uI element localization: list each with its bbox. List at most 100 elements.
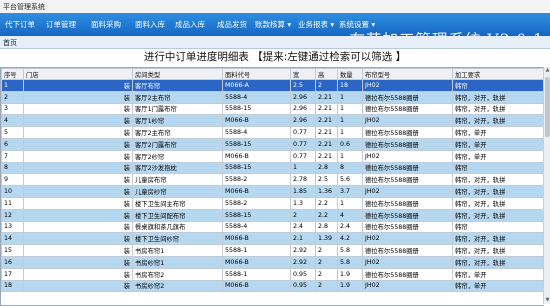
table-cell: 德拉布尔5588圈册: [362, 161, 453, 175]
column-header[interactable]: 高: [315, 68, 338, 80]
table-cell: 装: [23, 149, 133, 163]
table-cell: 客厅1纱帘: [132, 114, 223, 128]
menu-item-place-order[interactable]: 代下订单: [5, 19, 35, 30]
scrollbar-thumb[interactable]: [545, 77, 550, 137]
table-row[interactable]: 2 装客厅2主布帘 5588-4 2.96 2.21 1 德拉布尔5588圈册 韩帘，对开，轨…: [1, 90, 544, 104]
vertical-scrollbar[interactable]: ▲ ▼: [543, 67, 550, 304]
column-header[interactable]: 数量: [337, 68, 363, 80]
table-row[interactable]: 5 装客厅2主布帘 5588-4 0.77 2.21 1 德拉布尔5588圈册 韩帘，单开: [1, 126, 544, 139]
table-row[interactable]: 15 装书房布帘1 5588-1 2.92 2 5.8 德拉布尔5588圈册 韩帘，对开，轨拼: [1, 244, 544, 257]
table-cell: M066-B: [222, 279, 291, 293]
table-row[interactable]: 8 装客厅2沙发抱枕 5588-15 1 2.8 8 德拉布尔5588圈册 韩帘: [1, 161, 544, 175]
table-cell: 2.21: [315, 137, 338, 151]
table-cell: 4: [337, 208, 363, 222]
table-cell: 2.5: [315, 173, 338, 187]
table-cell: 韩帘，单开: [452, 137, 544, 151]
table-cell: 2: [315, 244, 338, 257]
table-cell: 装: [23, 137, 133, 151]
table-cell: 2.78: [290, 173, 316, 187]
menu-item-order-management[interactable]: 订单管理: [46, 19, 76, 30]
column-header[interactable]: 宽: [290, 68, 316, 80]
table-cell: 2.96: [290, 102, 316, 116]
scroll-up-icon[interactable]: ▲: [544, 67, 550, 74]
table-row[interactable]: 6 装客厅2门露布帘 5588-15 0.77 2.21 0.6 德拉布尔5588圈册 韩帘，…: [1, 137, 544, 151]
table-row[interactable]: 17 装书房布帘2 5588-1 0.95 2 1.9 德拉布尔5588圈册 韩帘，单开: [1, 267, 544, 281]
table-cell: JH02: [362, 232, 453, 246]
scroll-down-icon[interactable]: ▼: [544, 297, 550, 304]
table-cell: 客厅1门露布帘: [132, 102, 223, 116]
column-header[interactable]: 加工要求: [452, 68, 544, 80]
table-cell: 5588-15: [222, 208, 291, 222]
column-header[interactable]: 布帘型号: [362, 68, 453, 80]
table-row[interactable]: 3 装客厅1门露布帘 5588-15 2.96 2.21 1 德拉布尔5588圈册 韩帘，对开…: [1, 102, 544, 116]
table-cell: 客厅2纱帘: [132, 149, 223, 163]
table-row[interactable]: 12 装楼下卫生间配布帘 5588-15 2 2.2 4 德拉布尔5588圈册 韩帘，对开，轨…: [1, 208, 544, 222]
table-cell: 0.95: [290, 279, 316, 293]
column-header[interactable]: 面料代号: [222, 68, 291, 80]
table-cell: 韩帘，对开，轨拼: [452, 196, 544, 210]
table-cell: 5588-4: [222, 220, 291, 234]
table-cell: 1: [337, 149, 363, 163]
table-cell: 1.36: [315, 185, 338, 198]
table-cell: 韩帘，对开，轨拼: [452, 244, 544, 257]
table-row[interactable]: 11 装楼下卫生间主布帘 5588-2 1.3 2.2 1 德拉布尔5588圈册 韩帘，对开，…: [1, 196, 544, 210]
table-cell: 装: [23, 267, 133, 281]
table-cell: 5588-2: [222, 196, 291, 210]
table-cell: 装: [23, 126, 133, 139]
table-cell: M066-B: [222, 185, 291, 198]
table-header-row: 序号 门店 房间类型 面料代号宽高数量 布帘型号 加工要求: [1, 68, 544, 80]
table-cell: 2.2: [315, 196, 338, 210]
table-cell: 1: [337, 196, 363, 210]
table-cell: M066-B: [222, 114, 291, 128]
table-cell: 2.4: [290, 220, 316, 234]
table-row[interactable]: 10 装儿童房纱帘 M066-B 1.85 1.36 3.7 JH02 韩帘，对开，轨拼: [1, 185, 544, 198]
table-cell: 韩帘，对开，轨拼: [452, 185, 544, 198]
menu-item-product-shipping[interactable]: 成品发货: [217, 19, 247, 30]
table-cell: 客厅2主布帘: [132, 126, 223, 139]
table-cell: 4: [1, 114, 24, 128]
table-cell: 2.1: [290, 232, 316, 246]
table-cell: 韩帘，对开，轨拼: [452, 90, 544, 104]
table-cell: 1: [337, 114, 363, 128]
menu-item-business-reports[interactable]: 业务报表: [298, 19, 334, 30]
menu-item-accounts[interactable]: 账款核算: [255, 19, 291, 30]
tab-home[interactable]: 首页: [3, 38, 17, 48]
table-row[interactable]: 14 装楼下卫生间纱帘 M066-B 2.1 1.39 4.2 JH02 韩帘，对开，轨拼: [1, 232, 544, 246]
table-cell: 德拉布尔5588圈册: [362, 137, 453, 151]
table-row[interactable]: 4 装客厅1纱帘 M066-B 2.96 2.21 1 JH02 韩帘，对开，轨拼: [1, 114, 544, 128]
table-cell: 装: [23, 196, 133, 210]
table-cell: 装: [23, 255, 133, 269]
table-cell: 装: [23, 279, 133, 293]
table-cell: 16: [1, 255, 24, 269]
table-row[interactable]: 18 装书房纱帘2 M066-B 0.95 2 1.9 JH02 韩帘，单开: [1, 279, 544, 293]
table-row[interactable]: 13 装餐桌旗和茶几旗布 5588-4 2.4 2.8 2.4 德拉布尔5588圈册 韩帘: [1, 220, 544, 234]
table-cell: 2.21: [315, 90, 338, 104]
table-cell: 德拉布尔5588圈册: [362, 90, 453, 104]
table-cell: M066-A: [222, 79, 291, 92]
column-header[interactable]: 序号: [1, 68, 24, 80]
table-cell: 4.2: [337, 232, 363, 246]
table-cell: 韩帘，对开，轨拼: [452, 102, 544, 116]
table-cell: 5.8: [337, 244, 363, 257]
table-cell: 书房纱帘2: [132, 279, 223, 293]
table-cell: 5588-4: [222, 126, 291, 139]
table-cell: 装: [23, 114, 133, 128]
table-row[interactable]: 9 装儿童房布帘 5588-2 2.78 2.5 5.6 德拉布尔5588圈册 韩帘，对开，轨…: [1, 173, 544, 187]
menu-item-fabric-purchase[interactable]: 面料采购: [91, 19, 121, 30]
table-cell: 楼下卫生间纱帘: [132, 232, 223, 246]
menu-item-product-stock-in[interactable]: 成品入库: [175, 19, 205, 30]
table-cell: 韩帘，对开，轨拼: [452, 255, 544, 269]
table-cell: 书房布帘1: [132, 244, 223, 257]
column-header[interactable]: 房间类型: [132, 68, 223, 80]
menu-item-fabric-stock-in[interactable]: 面料入库: [135, 19, 165, 30]
table-cell: 韩帘，单开: [452, 267, 544, 281]
table-cell: 3: [1, 102, 24, 116]
table-row[interactable]: 1 装客厅布帘 M066-A 2.5 2 18 JH02 韩帘: [1, 79, 544, 92]
table-cell: 17: [1, 267, 24, 281]
table-row[interactable]: 7 装客厅2纱帘 M066-B 0.77 2.21 1 JH02 韩帘，单开: [1, 149, 544, 163]
table-cell: 装: [23, 232, 133, 246]
table-cell: 5588-4: [222, 90, 291, 104]
table-row[interactable]: 16 装书房纱帘1 M066-B 2.92 2 5.8 JH02 韩帘，对开，轨拼: [1, 255, 544, 269]
column-header[interactable]: 门店: [23, 68, 133, 80]
table-cell: 装: [23, 244, 133, 257]
